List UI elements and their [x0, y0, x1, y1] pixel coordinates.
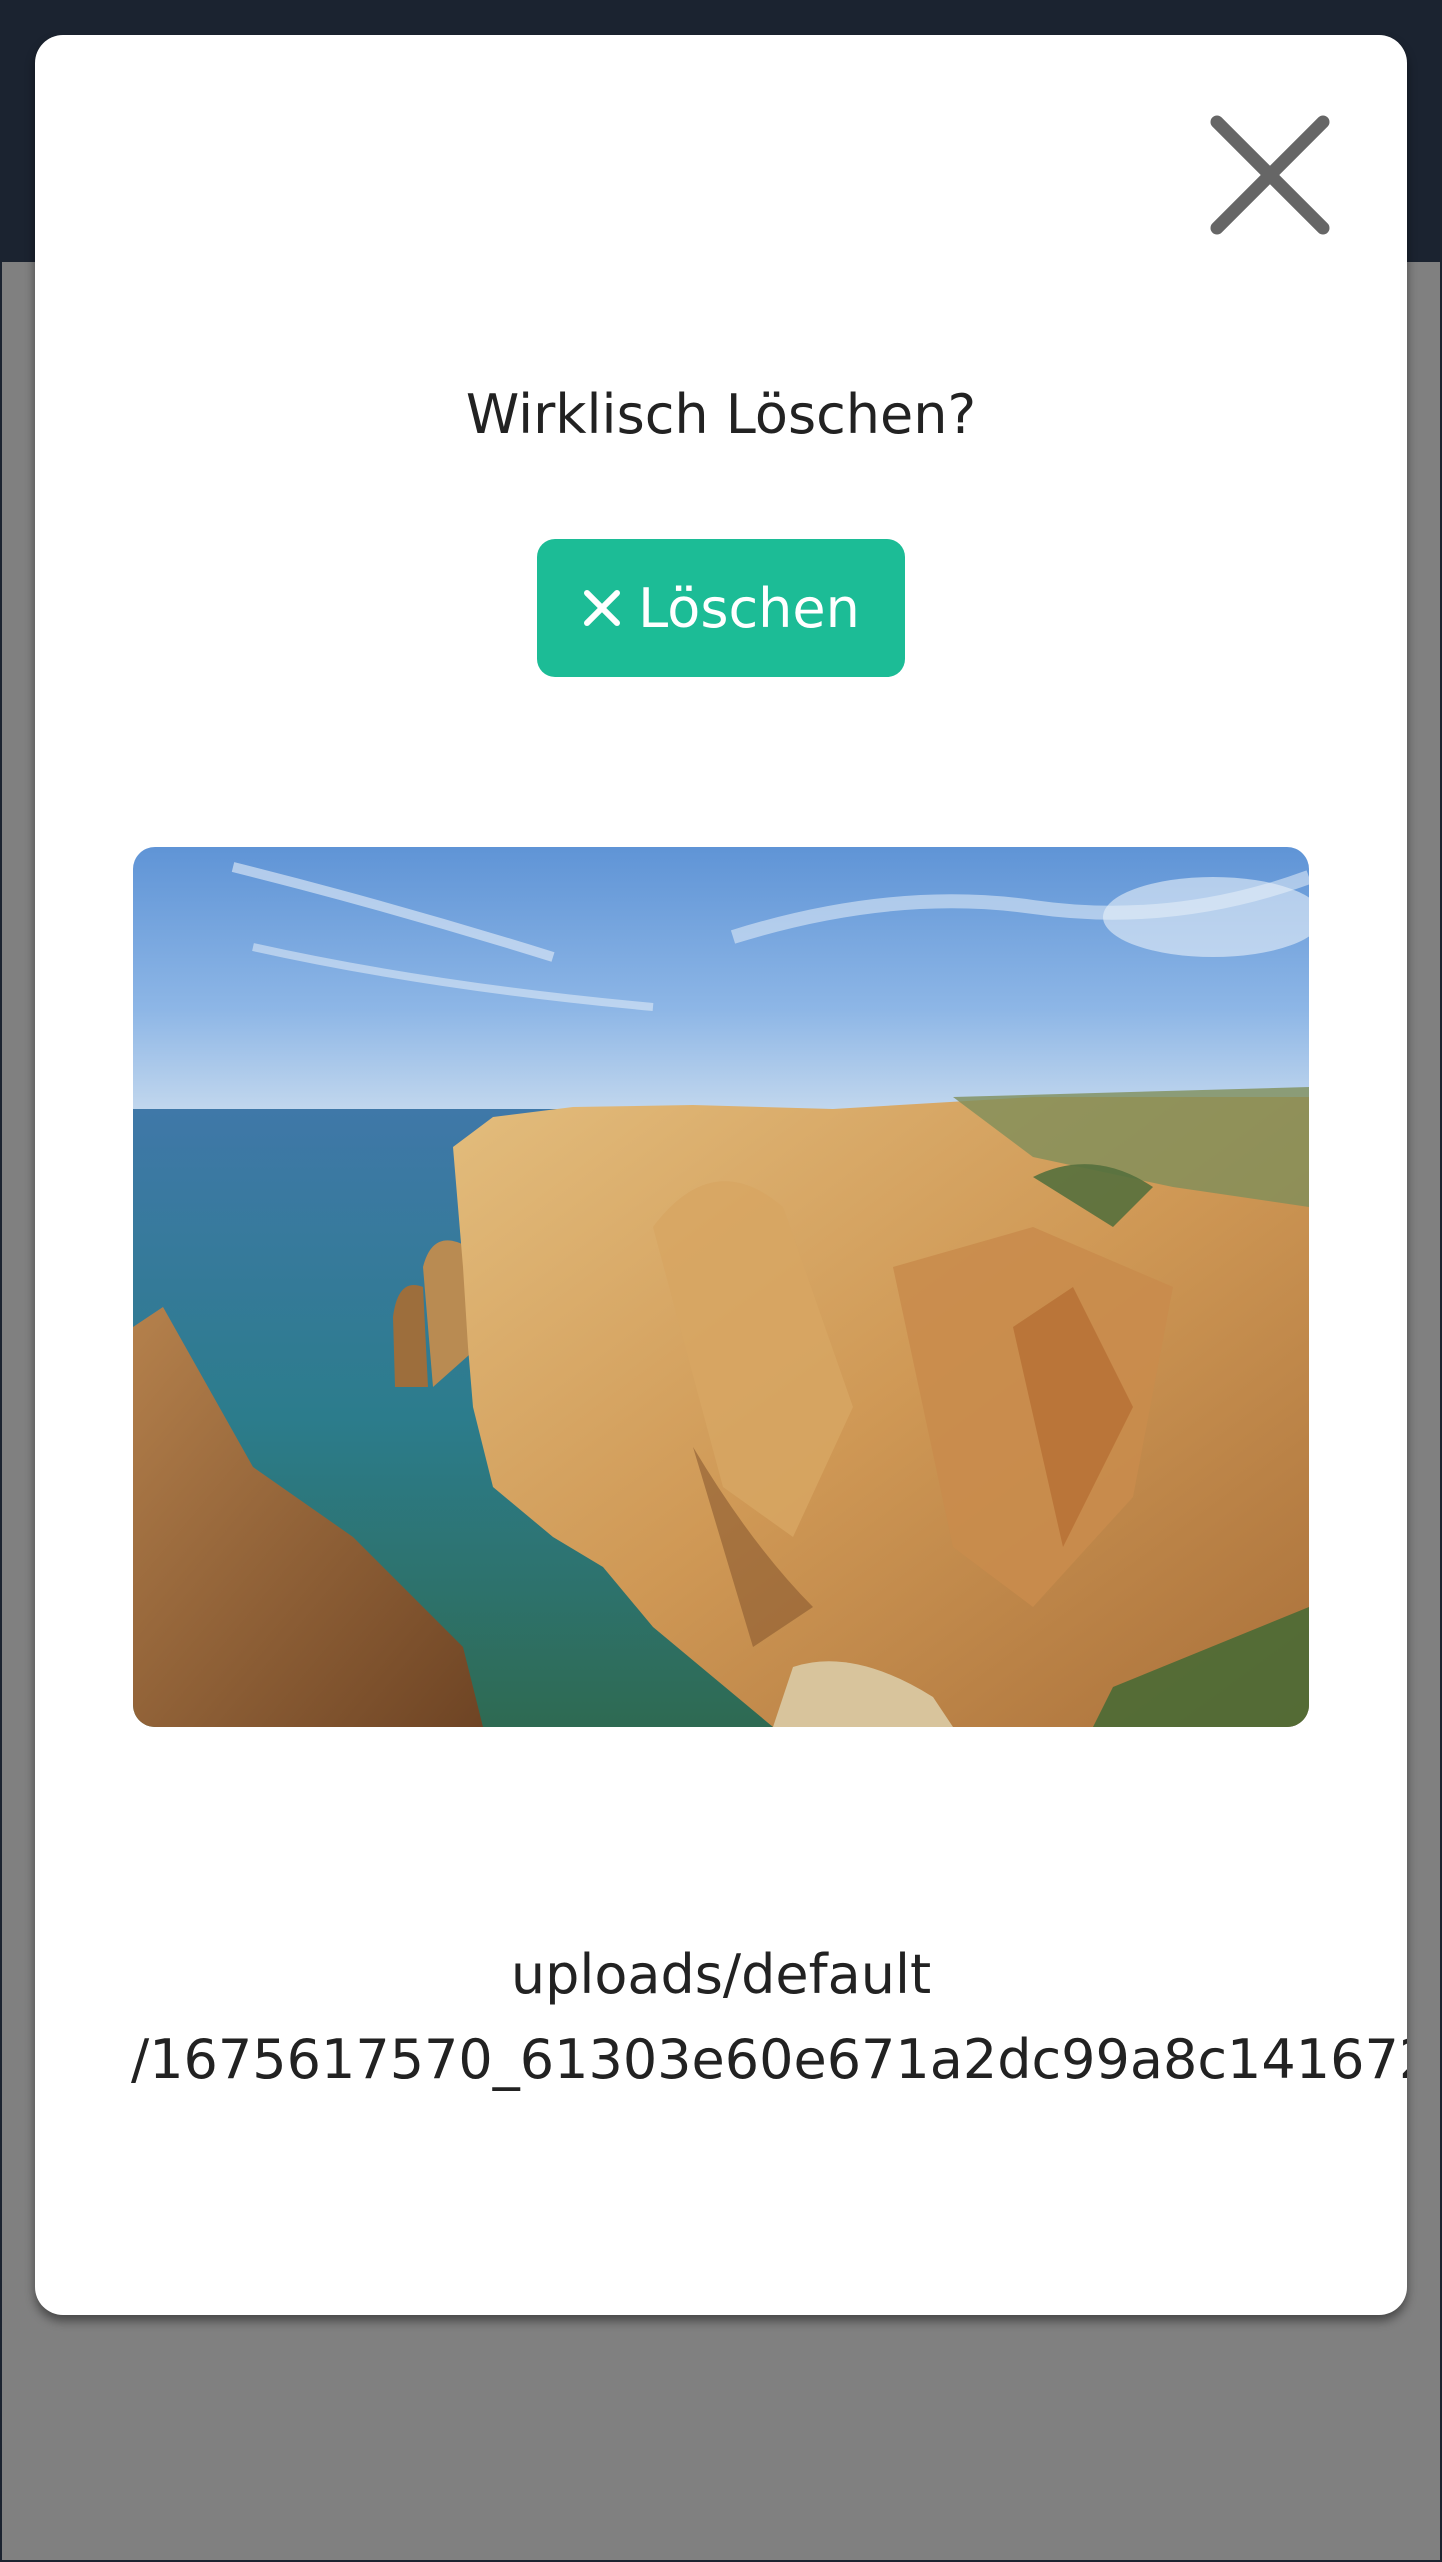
dialog-title: Wirklisch Löschen?: [465, 383, 977, 446]
file-path-line1: uploads/default: [510, 1943, 932, 2006]
x-icon: [582, 588, 622, 628]
close-icon: [1205, 110, 1335, 240]
file-path-line2: /1675617570_61303e60e671a2dc99a8c1416726…: [131, 2028, 1407, 2091]
preview-image: [133, 847, 1309, 1727]
delete-confirm-dialog: Wirklisch Löschen? Löschen uploads/defau…: [35, 35, 1407, 2315]
delete-button[interactable]: Löschen: [537, 539, 905, 677]
close-button[interactable]: [1205, 110, 1335, 240]
delete-button-label: Löschen: [638, 576, 860, 640]
